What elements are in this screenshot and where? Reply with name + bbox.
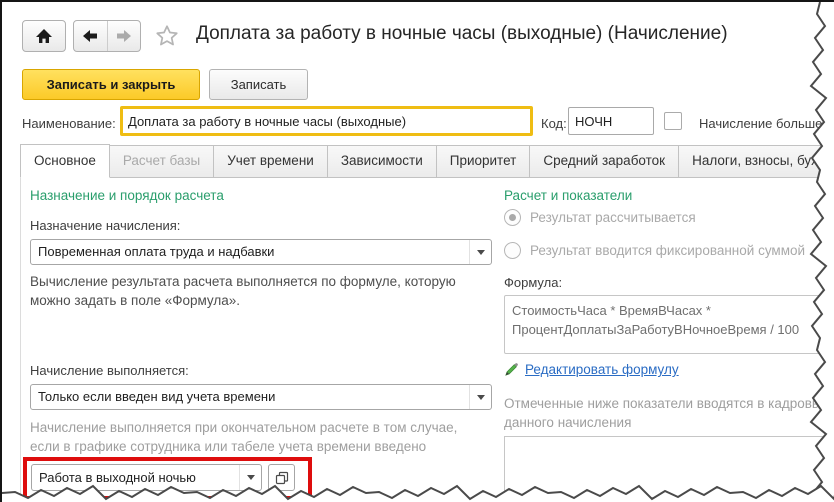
time-kind-combobox[interactable]: Работа в выходной ночью bbox=[31, 464, 262, 491]
not-used-checkbox-label: Начисление больше н bbox=[699, 116, 833, 131]
open-time-kind-button[interactable] bbox=[268, 464, 295, 491]
radio-result-fixed-label: Результат вводится фиксированной суммой bbox=[530, 243, 805, 258]
history-nav bbox=[73, 20, 141, 52]
open-icon bbox=[275, 471, 289, 485]
chevron-down-icon[interactable] bbox=[469, 240, 491, 264]
page-title: Доплата за работу в ночные часы (выходны… bbox=[196, 23, 728, 45]
code-field-label: Код: bbox=[541, 116, 567, 131]
indicators-hint-line2: данного начисления bbox=[504, 413, 631, 432]
tab-uchet-vremeni[interactable]: Учет времени bbox=[213, 145, 328, 177]
purpose-combobox[interactable]: Повременная оплата труда и надбавки bbox=[30, 239, 492, 265]
tab-nalogi-vznosy[interactable]: Налоги, взносы, бухучет bbox=[678, 145, 834, 177]
formula-label: Формула: bbox=[504, 275, 562, 290]
forward-button bbox=[108, 21, 141, 51]
radio-result-calculated-label: Результат рассчитывается bbox=[530, 210, 696, 225]
performed-combobox-value: Только если введен вид учета времени bbox=[31, 385, 469, 409]
forward-icon bbox=[116, 29, 132, 43]
indicators-list-box bbox=[504, 436, 824, 498]
tab-zavisimosti[interactable]: Зависимости bbox=[327, 145, 437, 177]
home-button[interactable] bbox=[22, 20, 66, 52]
tab-bar: Основное Расчет базы Учет времени Зависи… bbox=[20, 145, 834, 178]
performed-combo-label: Начисление выполняется: bbox=[30, 363, 189, 378]
name-field-label: Наименование: bbox=[22, 116, 116, 131]
chevron-down-icon[interactable] bbox=[239, 465, 261, 490]
back-button[interactable] bbox=[74, 21, 108, 51]
tab-prioritet[interactable]: Приоритет bbox=[436, 145, 531, 177]
tab-osnovnoe[interactable]: Основное bbox=[20, 144, 110, 178]
formula-text-box: СтоимостьЧаса * ВремяВЧасах * ПроцентДоп… bbox=[504, 295, 824, 354]
pencil-icon bbox=[504, 362, 519, 377]
purpose-combobox-value: Повременная оплата труда и надбавки bbox=[31, 240, 469, 264]
radio-unselected-icon bbox=[504, 242, 521, 259]
performed-combobox[interactable]: Только если введен вид учета времени bbox=[30, 384, 492, 410]
purpose-combo-label: Назначение начисления: bbox=[30, 218, 180, 233]
tab-raschet-bazy: Расчет базы bbox=[109, 145, 214, 177]
chevron-down-icon[interactable] bbox=[469, 385, 491, 409]
indicators-hint-line1: Отмеченные ниже показатели вводятся в ка… bbox=[504, 394, 834, 413]
time-kind-combobox-value: Работа в выходной ночью bbox=[32, 465, 239, 490]
name-input[interactable] bbox=[120, 106, 533, 136]
1c-accrual-form-window: Доплата за работу в ночные часы (выходны… bbox=[0, 0, 834, 502]
code-input[interactable] bbox=[568, 107, 654, 135]
save-button[interactable]: Записать bbox=[209, 69, 308, 100]
edit-formula-row: Редактировать формулу bbox=[504, 362, 679, 377]
performed-hint-text: Начисление выполняется при окончательном… bbox=[30, 418, 475, 456]
section-title-calculation: Расчет и показатели bbox=[504, 188, 632, 203]
favorite-star-icon[interactable] bbox=[153, 22, 181, 50]
back-icon bbox=[82, 29, 98, 43]
radio-result-calculated: Результат рассчитывается bbox=[504, 209, 696, 226]
save-and-close-button[interactable]: Записать и закрыть bbox=[22, 69, 200, 100]
purpose-hint-text: Вычисление результата расчета выполняетс… bbox=[30, 272, 490, 310]
not-used-checkbox[interactable] bbox=[664, 112, 682, 130]
radio-selected-icon bbox=[504, 209, 521, 226]
edit-formula-link[interactable]: Редактировать формулу bbox=[525, 362, 679, 377]
tab-sredniy-zarabotok[interactable]: Средний заработок bbox=[529, 145, 679, 177]
section-title-purpose: Назначение и порядок расчета bbox=[30, 188, 224, 203]
home-icon bbox=[35, 28, 53, 44]
radio-result-fixed: Результат вводится фиксированной суммой bbox=[504, 242, 805, 259]
